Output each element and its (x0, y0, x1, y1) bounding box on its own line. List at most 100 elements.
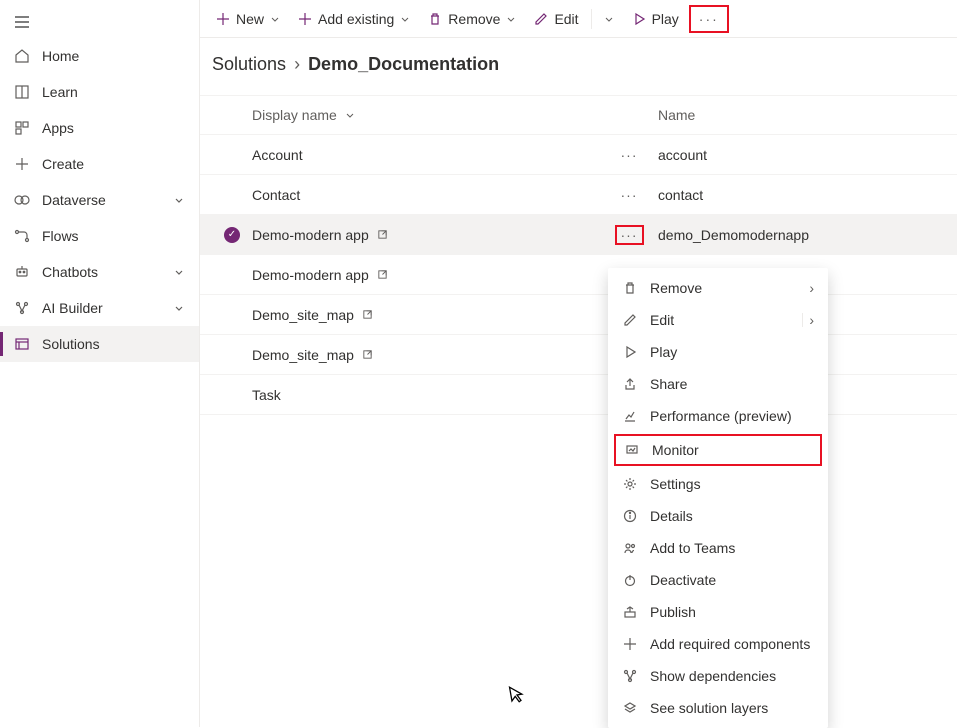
breadcrumb-root[interactable]: Solutions (212, 54, 286, 75)
chevron-down-icon (173, 266, 185, 278)
sidebar-item-label: Chatbots (42, 264, 98, 280)
remove-button[interactable]: Remove (420, 7, 524, 31)
table-row[interactable]: Contact ··· contact (200, 175, 957, 215)
sidebar-item-label: Learn (42, 84, 78, 100)
pencil-icon (534, 12, 548, 26)
sidebar-item-flows[interactable]: Flows (0, 218, 199, 254)
table-row[interactable]: Demo_site_map (200, 335, 957, 375)
ctx-details[interactable]: Details (608, 500, 828, 532)
table-row[interactable]: Account ··· account (200, 135, 957, 175)
ctx-edit[interactable]: Edit › (608, 304, 828, 336)
ctx-play[interactable]: Play (608, 336, 828, 368)
sidebar-item-label: Flows (42, 228, 79, 244)
hamburger-button[interactable] (0, 6, 199, 38)
sidebar-item-label: Home (42, 48, 79, 64)
ctx-add-to-teams[interactable]: Add to Teams (608, 532, 828, 564)
gear-icon (622, 477, 638, 491)
table-row[interactable]: Demo_site_map (200, 295, 957, 335)
dependencies-icon (622, 669, 638, 683)
edit-dropdown[interactable] (596, 10, 622, 28)
flows-icon (14, 228, 30, 244)
sidebar-item-label: Apps (42, 120, 74, 136)
row-display: Demo_site_map (252, 307, 354, 323)
breadcrumb: Solutions › Demo_Documentation (200, 38, 957, 95)
toolbar-label: Add existing (318, 11, 394, 27)
sidebar-item-learn[interactable]: Learn (0, 74, 199, 110)
sidebar-item-dataverse[interactable]: Dataverse (0, 182, 199, 218)
toolbar-label: Edit (554, 11, 578, 27)
add-existing-button[interactable]: Add existing (290, 7, 418, 31)
row-name: account (658, 147, 707, 163)
chatbot-icon (14, 264, 30, 280)
row-more-button[interactable]: ··· (615, 225, 644, 245)
plus-icon (298, 12, 312, 26)
mouse-cursor-icon (506, 683, 528, 708)
ctx-add-required[interactable]: Add required components (608, 628, 828, 660)
sidebar-item-ai-builder[interactable]: AI Builder (0, 290, 199, 326)
toolbar-label: New (236, 11, 264, 27)
ctx-remove[interactable]: Remove › (608, 272, 828, 304)
table-row[interactable]: Demo-modern app (200, 255, 957, 295)
chart-icon (622, 409, 638, 423)
ctx-share[interactable]: Share (608, 368, 828, 400)
table-row[interactable]: ✓ Demo-modern app ··· demo_Demomodernapp (200, 215, 957, 255)
highlight-annotation: Monitor (614, 434, 822, 466)
dataverse-icon (14, 192, 30, 208)
ctx-monitor[interactable]: Monitor (616, 436, 820, 464)
sidebar-item-home[interactable]: Home (0, 38, 199, 74)
trash-icon (622, 281, 638, 295)
table-row[interactable]: Task (200, 375, 957, 415)
play-button[interactable]: Play (624, 7, 687, 31)
publish-icon (622, 605, 638, 619)
sidebar-item-label: Create (42, 156, 84, 172)
row-more-button[interactable]: ··· (621, 147, 638, 163)
toolbar-label: Remove (448, 11, 500, 27)
breadcrumb-current: Demo_Documentation (308, 54, 499, 75)
open-new-icon[interactable] (362, 309, 373, 320)
main-content: New Add existing Remove Edit (200, 0, 957, 727)
new-button[interactable]: New (208, 7, 288, 31)
play-icon (622, 345, 638, 359)
monitor-icon (624, 443, 640, 457)
chevron-down-icon (270, 14, 280, 24)
sidebar-item-chatbots[interactable]: Chatbots (0, 254, 199, 290)
ctx-show-dependencies[interactable]: Show dependencies (608, 660, 828, 692)
chevron-down-icon (173, 302, 185, 314)
sidebar-item-create[interactable]: Create (0, 146, 199, 182)
row-display: Task (252, 387, 281, 403)
plus-icon (622, 637, 638, 651)
sidebar-item-label: AI Builder (42, 300, 103, 316)
layers-icon (622, 701, 638, 715)
toolbar-split (591, 9, 592, 29)
home-icon (14, 48, 30, 64)
ctx-deactivate[interactable]: Deactivate (608, 564, 828, 596)
sidebar: Home Learn Apps Create Dataverse Flows C… (0, 0, 200, 727)
open-new-icon[interactable] (377, 229, 388, 240)
row-display: Demo-modern app (252, 227, 369, 243)
open-new-icon[interactable] (362, 349, 373, 360)
column-header-name[interactable]: Name (646, 107, 957, 123)
highlight-annotation: ··· (689, 5, 729, 33)
plus-icon (216, 12, 230, 26)
more-commands-button[interactable]: ··· (695, 9, 723, 29)
ctx-settings[interactable]: Settings (608, 468, 828, 500)
chevron-right-icon: › (294, 54, 300, 75)
toolbar: New Add existing Remove Edit (200, 0, 957, 38)
row-name: contact (658, 187, 703, 203)
ctx-publish[interactable]: Publish (608, 596, 828, 628)
row-display: Demo_site_map (252, 347, 354, 363)
row-display: Account (252, 147, 303, 163)
ctx-see-solution-layers[interactable]: See solution layers (608, 692, 828, 724)
open-new-icon[interactable] (377, 269, 388, 280)
column-header-display[interactable]: Display name (252, 107, 612, 123)
ctx-performance[interactable]: Performance (preview) (608, 400, 828, 432)
split-chevron-icon: › (802, 312, 814, 328)
sidebar-item-apps[interactable]: Apps (0, 110, 199, 146)
row-more-button[interactable]: ··· (621, 187, 638, 203)
ai-builder-icon (14, 300, 30, 316)
solution-table: Display name Name Account ··· account Co… (200, 95, 957, 415)
chevron-down-icon (173, 194, 185, 206)
sidebar-item-solutions[interactable]: Solutions (0, 326, 199, 362)
row-display: Contact (252, 187, 300, 203)
edit-button[interactable]: Edit (526, 7, 586, 31)
